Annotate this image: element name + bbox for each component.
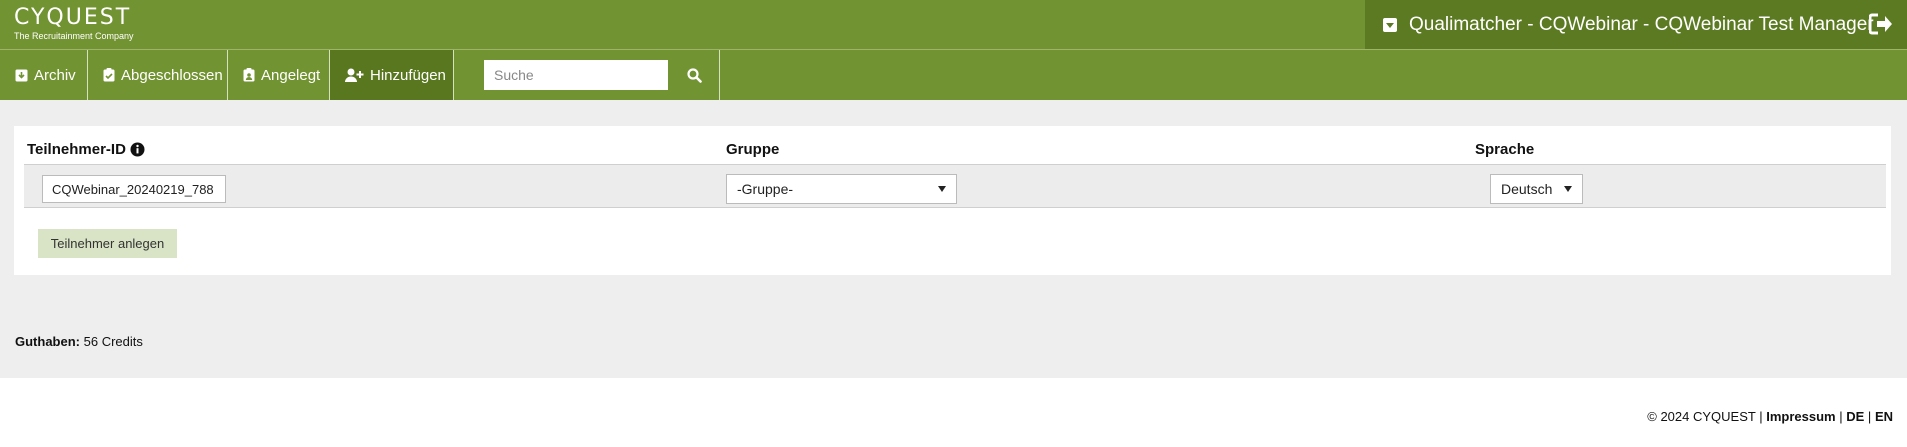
group-select-value: -Gruppe-: [737, 181, 794, 197]
user-plus-icon: [345, 68, 364, 82]
caret-square-down-icon: [1383, 17, 1397, 32]
language-label: Sprache: [1475, 141, 1535, 158]
nav-label: Hinzufügen: [370, 66, 446, 84]
create-participant-button[interactable]: Teilnehmer anlegen: [38, 229, 177, 258]
impressum-link[interactable]: Impressum: [1766, 409, 1835, 424]
archive-icon: [15, 69, 28, 81]
clipboard-check-icon: [103, 68, 115, 82]
chevron-down-icon: [938, 186, 946, 192]
footer: © 2024 CYQUEST | Impressum | DE | EN: [1647, 409, 1893, 424]
add-participant-panel: Teilnehmer-ID Gruppe Sprache -Gruppe- De…: [14, 126, 1891, 275]
project-selector[interactable]: Qualimatcher - CQWebinar - CQWebinar Tes…: [1365, 0, 1907, 49]
language-header: Sprache: [1475, 141, 1534, 158]
nav-item-angelegt[interactable]: Angelegt: [228, 50, 330, 100]
copyright-text: © 2024 CYQUEST |: [1647, 409, 1763, 424]
nav-bar: Archiv Abgeschlossen Angelegt Hinzufügen: [0, 49, 1907, 100]
search-icon: [687, 67, 702, 83]
project-title: Qualimatcher - CQWebinar - CQWebinar Tes…: [1409, 13, 1874, 35]
participant-id-input[interactable]: [42, 175, 226, 203]
nav-item-hinzufuegen[interactable]: Hinzufügen: [330, 50, 454, 100]
nav-item-archiv[interactable]: Archiv: [0, 50, 88, 100]
nav-label: Archiv: [34, 66, 76, 84]
logo-brand: CYQUEST: [14, 5, 132, 30]
group-label: Gruppe: [726, 141, 780, 158]
footer-separator: |: [1867, 409, 1872, 424]
nav-label: Angelegt: [261, 66, 321, 84]
credits-info: Guthaben: 56 Credits: [15, 334, 143, 349]
participant-id-label: Teilnehmer-ID: [27, 141, 126, 158]
cyquest-logo[interactable]: CYQUEST The Recruitainment Company: [14, 6, 134, 42]
chevron-down-icon: [1564, 186, 1572, 192]
group-select[interactable]: -Gruppe-: [726, 174, 957, 204]
top-header: CYQUEST The Recruitainment Company Quali…: [0, 0, 1907, 49]
participant-form-row: -Gruppe- Deutsch: [24, 164, 1886, 208]
language-select[interactable]: Deutsch: [1490, 174, 1583, 204]
credits-label: Guthaben:: [15, 334, 80, 349]
search-button[interactable]: [670, 50, 720, 100]
nav-item-abgeschlossen[interactable]: Abgeschlossen: [88, 50, 228, 100]
nav-label: Abgeschlossen: [121, 66, 223, 84]
logo-tagline: The Recruitainment Company: [14, 31, 134, 41]
content-area: Teilnehmer-ID Gruppe Sprache -Gruppe- De…: [0, 100, 1907, 378]
participant-id-header: Teilnehmer-ID: [27, 141, 145, 158]
credits-value: 56 Credits: [83, 334, 143, 349]
clipboard-user-icon: [243, 68, 255, 82]
footer-separator: |: [1839, 409, 1843, 424]
language-de-link[interactable]: DE: [1846, 409, 1864, 424]
language-en-link[interactable]: EN: [1875, 409, 1893, 424]
logout-icon[interactable]: [1869, 13, 1893, 35]
group-header: Gruppe: [726, 141, 779, 158]
info-icon[interactable]: [130, 142, 145, 157]
language-select-value: Deutsch: [1501, 181, 1553, 197]
search-input[interactable]: [484, 60, 668, 90]
